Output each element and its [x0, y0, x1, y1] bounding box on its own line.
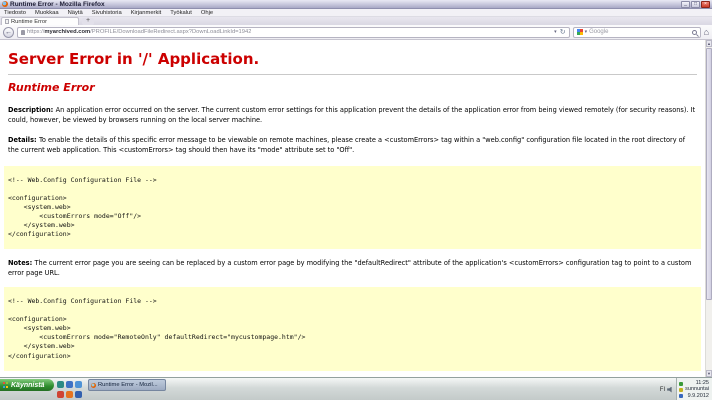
- taskbar: Käynnistä Runtime Error - Mozil... FI 11…: [0, 377, 712, 400]
- search-engine-chevron-icon[interactable]: [585, 29, 588, 35]
- firefox-icon: [2, 1, 8, 7]
- search-icon[interactable]: [692, 30, 697, 35]
- search-input[interactable]: Google: [573, 27, 701, 38]
- clock-date: 9.9.2012: [688, 393, 709, 399]
- notes-text: The current error page you are seeing ca…: [8, 259, 691, 277]
- start-button[interactable]: Käynnistä: [0, 379, 54, 391]
- tray-icon-3: [679, 394, 683, 398]
- tray-icons: [679, 382, 683, 398]
- menu-view[interactable]: Näytä: [68, 10, 83, 16]
- google-icon: [577, 29, 583, 35]
- tray-icon-2: [679, 388, 683, 392]
- tab-runtime-error[interactable]: Runtime Error: [1, 17, 79, 25]
- description-label: Description:: [8, 106, 56, 114]
- volume-icon[interactable]: [667, 387, 673, 393]
- menu-edit[interactable]: Muokkaa: [35, 10, 59, 16]
- back-button[interactable]: [3, 27, 14, 38]
- chevron-down-icon[interactable]: [554, 29, 557, 35]
- details-paragraph: Details: To enable the details of this s…: [8, 136, 697, 156]
- taskbar-button-firefox[interactable]: Runtime Error - Mozil...: [88, 379, 166, 391]
- scrollbar-thumb[interactable]: [706, 48, 712, 300]
- taskbar-button-label: Runtime Error - Mozil...: [98, 382, 158, 388]
- lock-icon: [21, 30, 25, 35]
- divider: [8, 74, 697, 75]
- menu-bookmarks[interactable]: Kirjanmerkit: [131, 10, 162, 16]
- menu-tools[interactable]: Työkalut: [170, 10, 192, 16]
- start-button-label: Käynnistä: [11, 382, 44, 389]
- quick-launch-icon-4[interactable]: [57, 391, 64, 398]
- quick-launch-icon-5[interactable]: [66, 391, 73, 398]
- menu-bar: Tiedosto Muokkaa Näytä Sivuhistoria Kirj…: [0, 9, 712, 17]
- desktop: Runtime Error - Mozilla Firefox Tiedosto…: [0, 0, 712, 400]
- firefox-icon: [91, 383, 96, 388]
- maximize-button[interactable]: [691, 1, 700, 8]
- vertical-scrollbar[interactable]: [705, 40, 712, 377]
- tray-icon-1: [679, 382, 683, 386]
- new-tab-button[interactable]: +: [82, 18, 94, 25]
- url-text: https://myarchived.com/PROFILE/DownloadF…: [27, 29, 251, 35]
- page-title: Server Error in '/' Application.: [8, 50, 697, 68]
- description-paragraph: Description: An application error occurr…: [8, 106, 697, 126]
- quick-launch-icon-1[interactable]: [57, 381, 64, 388]
- navigation-bar: https://myarchived.com/PROFILE/DownloadF…: [0, 25, 712, 40]
- browser-viewport: Server Error in '/' Application. Runtime…: [0, 40, 705, 377]
- page-subtitle: Runtime Error: [8, 81, 697, 94]
- url-scheme: https://: [27, 29, 44, 35]
- tab-label: Runtime Error: [11, 19, 47, 25]
- menu-help[interactable]: Ohje: [201, 10, 213, 16]
- minimize-button[interactable]: [681, 1, 690, 8]
- close-button[interactable]: [701, 1, 710, 8]
- details-label: Details:: [8, 136, 39, 144]
- menu-file[interactable]: Tiedosto: [4, 10, 26, 16]
- page-favicon: [5, 19, 9, 24]
- description-text: An application error occurred on the ser…: [8, 106, 695, 124]
- quick-launch-icon-6[interactable]: [75, 391, 82, 398]
- quick-launch-icon-3[interactable]: [75, 381, 82, 388]
- scroll-down-icon[interactable]: [706, 370, 712, 377]
- window-controls: [681, 1, 710, 8]
- notes-label: Notes:: [8, 259, 35, 267]
- scroll-up-icon[interactable]: [706, 40, 712, 47]
- tab-bar: Runtime Error +: [0, 17, 712, 25]
- url-actions: [554, 29, 565, 36]
- web-config-code-block-2: <!-- Web.Config Configuration File --> <…: [4, 287, 701, 371]
- url-input[interactable]: https://myarchived.com/PROFILE/DownloadF…: [17, 27, 570, 38]
- home-icon[interactable]: [704, 27, 709, 38]
- window-titlebar[interactable]: Runtime Error - Mozilla Firefox: [0, 0, 712, 9]
- windows-logo-icon: [3, 382, 9, 388]
- menu-history[interactable]: Sivuhistoria: [92, 10, 122, 16]
- url-path: /PROFILE/DownloadFileRedirect.aspx?DownL…: [90, 29, 251, 35]
- web-config-code-block-1: <!-- Web.Config Configuration File --> <…: [4, 166, 701, 250]
- clock-text: 11:25 sunnuntai 9.9.2012: [685, 380, 709, 399]
- system-tray: FI 11:25 sunnuntai 9.9.2012: [660, 378, 712, 400]
- notes-paragraph: Notes: The current error page you are se…: [8, 259, 697, 279]
- tray-clock[interactable]: 11:25 sunnuntai 9.9.2012: [676, 378, 712, 400]
- url-domain: myarchived.com: [44, 29, 90, 35]
- reload-icon[interactable]: [560, 29, 566, 36]
- window-title: Runtime Error - Mozilla Firefox: [10, 1, 105, 8]
- search-placeholder: Google: [589, 29, 608, 35]
- quick-launch-icon-2[interactable]: [66, 381, 73, 388]
- details-text: To enable the details of this specific e…: [8, 136, 685, 154]
- language-indicator[interactable]: FI: [660, 387, 665, 393]
